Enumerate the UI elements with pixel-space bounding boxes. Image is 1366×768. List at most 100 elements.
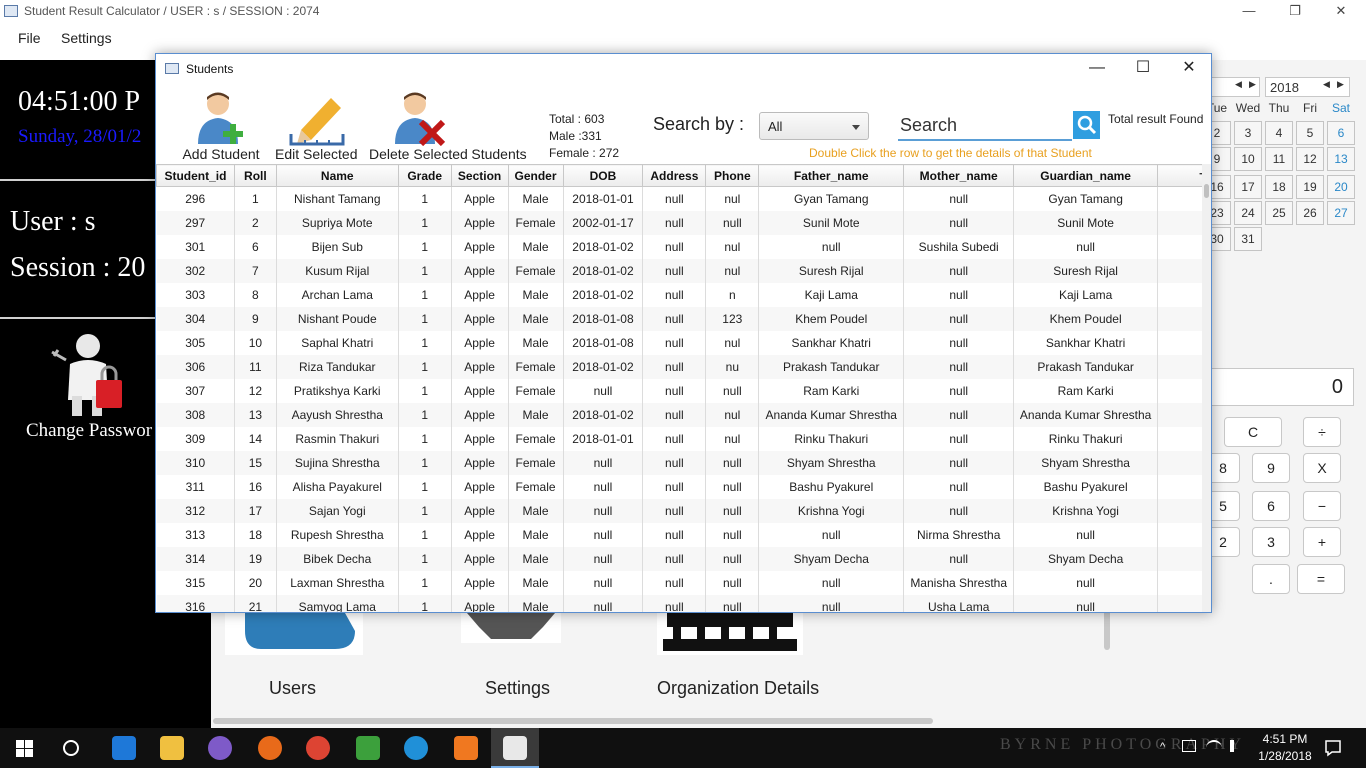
file-explorer-icon[interactable] xyxy=(160,736,184,760)
search-button[interactable] xyxy=(1073,111,1100,139)
calendar-day[interactable]: 18 xyxy=(1265,175,1293,199)
vertical-scrollbar[interactable] xyxy=(1104,610,1110,650)
cortana-icon[interactable] xyxy=(62,739,80,757)
column-header[interactable]: DOB xyxy=(562,164,644,187)
table-row[interactable]: 314 19 Bibek Decha 1 Apple Male null null null Sh… xyxy=(156,546,1204,571)
table-row[interactable]: 306 11 Riza Tandukar 1 Apple Female 2018-01-02… xyxy=(156,354,1204,379)
settings-tile[interactable] xyxy=(461,613,561,643)
users-tile[interactable] xyxy=(225,613,363,655)
column-header[interactable]: Phone xyxy=(705,164,760,187)
column-header[interactable]: Address xyxy=(642,164,707,187)
calc-plus-button[interactable]: + xyxy=(1303,527,1341,557)
taskbar-date[interactable]: 1/28/2018 xyxy=(1254,749,1316,763)
edit-selected-button[interactable]: Edit Selected xyxy=(275,84,358,164)
calc-clear-button[interactable]: C xyxy=(1224,417,1282,447)
column-header[interactable]: Grade xyxy=(397,164,452,187)
volume-icon[interactable] xyxy=(1230,740,1242,752)
notification-icon[interactable] xyxy=(1324,739,1342,757)
calendar-day[interactable]: 6 xyxy=(1327,121,1355,145)
dialog-close-button[interactable]: ✕ xyxy=(1166,54,1211,84)
change-password-label[interactable]: Change Passwor xyxy=(26,420,152,442)
students-tab[interactable]: Students xyxy=(469,84,529,164)
calc-9-button[interactable]: 9 xyxy=(1252,453,1290,483)
column-header[interactable]: Roll xyxy=(233,164,277,187)
table-row[interactable]: 304 9 Nishant Poude 1 Apple Male 2018-01-08 nul… xyxy=(156,306,1204,331)
settings-label[interactable]: Settings xyxy=(485,678,550,699)
table-row[interactable]: 297 2 Supriya Mote 1 Apple Female 2002-01-17 nu… xyxy=(156,210,1204,235)
dialog-minimize-button[interactable]: — xyxy=(1074,54,1120,84)
column-header[interactable]: Gender xyxy=(507,164,564,187)
month-next-button[interactable]: ▶ xyxy=(1249,79,1256,90)
calendar-day[interactable]: 13 xyxy=(1327,147,1355,171)
calc-divide-button[interactable]: ÷ xyxy=(1303,417,1341,447)
table-row[interactable]: 312 17 Sajan Yogi 1 Apple Male null null null Kri… xyxy=(156,498,1204,523)
delete-selected-button[interactable]: Delete Selected xyxy=(369,84,468,164)
restore-button[interactable]: ❐ xyxy=(1272,0,1318,24)
table-row[interactable]: 309 14 Rasmin Thakuri 1 Apple Female 2018-01-0… xyxy=(156,426,1204,451)
horizontal-scrollbar[interactable] xyxy=(213,718,933,724)
table-row[interactable]: 315 20 Laxman Shrestha 1 Apple Male null null nu… xyxy=(156,570,1204,595)
year-selector[interactable]: 2018 ◀ ▶ xyxy=(1265,77,1350,97)
calc-minus-button[interactable]: − xyxy=(1303,491,1341,521)
column-header[interactable]: Section xyxy=(450,164,509,187)
calc-6-button[interactable]: 6 xyxy=(1252,491,1290,521)
calendar-day[interactable]: 5 xyxy=(1296,121,1324,145)
organization-tile[interactable] xyxy=(657,613,803,655)
table-scrollbar[interactable] xyxy=(1202,164,1211,612)
firefox-icon[interactable] xyxy=(258,736,282,760)
table-row[interactable]: 296 1 Nishant Tamang 1 Apple Male 2018-01-01 nu… xyxy=(156,186,1204,211)
sync-icon[interactable] xyxy=(404,736,428,760)
month-selector[interactable]: ◀ ▶ xyxy=(1210,77,1260,97)
calendar-day[interactable]: 26 xyxy=(1296,201,1324,225)
dialog-maximize-button[interactable]: ☐ xyxy=(1120,54,1166,84)
calc-decimal-button[interactable]: . xyxy=(1252,564,1290,594)
calendar-day[interactable]: 31 xyxy=(1234,227,1262,251)
column-header[interactable]: Mother_name xyxy=(903,164,1015,187)
year-next-button[interactable]: ▶ xyxy=(1337,79,1344,90)
table-row[interactable]: 303 8 Archan Lama 1 Apple Male 2018-01-02 null n… xyxy=(156,282,1204,307)
calendar-day[interactable]: 25 xyxy=(1265,201,1293,225)
calendar-day[interactable]: 24 xyxy=(1234,201,1262,225)
year-prev-button[interactable]: ◀ xyxy=(1323,79,1330,90)
search-by-select[interactable]: All xyxy=(759,112,869,140)
add-student-button[interactable]: Add Student xyxy=(180,84,262,164)
wifi-icon[interactable] xyxy=(1206,740,1222,754)
table-row[interactable]: 310 15 Sujina Shrestha 1 Apple Female null null… xyxy=(156,450,1204,475)
table-row[interactable]: 311 16 Alisha Payakurel 1 Apple Female null nul… xyxy=(156,474,1204,499)
scrollbar-thumb[interactable] xyxy=(1204,184,1209,198)
calendar-day[interactable]: 10 xyxy=(1234,147,1262,171)
table-row[interactable]: 308 13 Aayush Shrestha 1 Apple Male 2018-01-02… xyxy=(156,402,1204,427)
column-header[interactable]: Guardian_name xyxy=(1013,164,1159,187)
tray-chevron-icon[interactable]: ^ xyxy=(1160,741,1165,753)
viber-icon[interactable] xyxy=(208,736,232,760)
minimize-button[interactable]: — xyxy=(1226,0,1272,24)
calc-equals-button[interactable]: = xyxy=(1297,564,1345,594)
column-header[interactable]: Father_name xyxy=(758,164,905,187)
chrome-icon[interactable] xyxy=(306,736,330,760)
taskbar-time[interactable]: 4:51 PM xyxy=(1254,732,1316,746)
calendar-day[interactable]: 27 xyxy=(1327,201,1355,225)
calendar-day[interactable]: 20 xyxy=(1327,175,1355,199)
edge-icon[interactable] xyxy=(112,736,136,760)
calendar-day[interactable]: 19 xyxy=(1296,175,1324,199)
menu-settings[interactable]: Settings xyxy=(61,30,112,46)
table-row[interactable]: 307 12 Pratikshya Karki 1 Apple Female null nul… xyxy=(156,378,1204,403)
start-icon[interactable] xyxy=(16,740,33,757)
change-password-icon[interactable] xyxy=(48,330,128,420)
column-header[interactable]: Name xyxy=(275,164,399,187)
maps-icon[interactable] xyxy=(356,736,380,760)
calendar-day[interactable]: 12 xyxy=(1296,147,1324,171)
calc-multiply-button[interactable]: X xyxy=(1303,453,1341,483)
users-label[interactable]: Users xyxy=(269,678,316,699)
calc-3-button[interactable]: 3 xyxy=(1252,527,1290,557)
battery-icon[interactable] xyxy=(1182,740,1196,752)
table-row[interactable]: 313 18 Rupesh Shrestha 1 Apple Male null null nu… xyxy=(156,522,1204,547)
table-row[interactable]: 305 10 Saphal Khatri 1 Apple Male 2018-01-08 nu… xyxy=(156,330,1204,355)
calendar-day[interactable]: 11 xyxy=(1265,147,1293,171)
java-icon[interactable] xyxy=(503,736,527,760)
month-prev-button[interactable]: ◀ xyxy=(1235,79,1242,90)
menu-file[interactable]: File xyxy=(18,30,41,46)
calendar-day[interactable]: 4 xyxy=(1265,121,1293,145)
table-row[interactable]: 302 7 Kusum Rijal 1 Apple Female 2018-01-02 nul… xyxy=(156,258,1204,283)
table-row[interactable]: 301 6 Bijen Sub 1 Apple Male 2018-01-02 null nul… xyxy=(156,234,1204,259)
